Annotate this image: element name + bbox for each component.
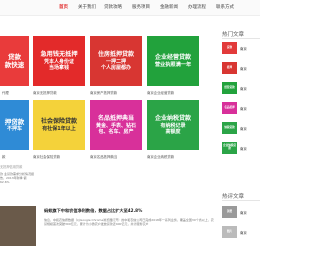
nav-item-home[interactable]: 首页 (59, 4, 68, 10)
card-line: 包、名车、房产 (98, 128, 134, 135)
card-image-loan[interactable]: 贷款 款快速 (0, 36, 29, 86)
sidebar-thumb[interactable]: 图片 (222, 226, 237, 238)
article-excerpt: 款 业贷款需求分析情况报告，2013年财季 额62.6% (0, 172, 34, 185)
sidebar-thumb[interactable]: 纳税贷款 (222, 122, 237, 134)
nav-item-about[interactable]: 关于我们 (78, 4, 96, 10)
card-line: 营业执照满一年 (154, 61, 192, 68)
sidebar-thumb[interactable]: 经营贷款 (222, 82, 237, 94)
sidebar-divider (222, 38, 260, 39)
sidebar-recent-title: 热评文章 (222, 194, 245, 200)
sidebar-item-text[interactable]: 南京 (240, 210, 260, 215)
nav-item-contact[interactable]: 联系方式 (216, 4, 234, 10)
thumb-label: 名品抵押 (224, 105, 235, 109)
article-meta[interactable]: 无抵押信用贷款 (0, 164, 22, 169)
card-line: 贷款 (8, 52, 21, 61)
card-caption[interactable]: 代理 (2, 90, 28, 95)
card-line: 高额度 (165, 128, 181, 135)
card-line: 企业经营贷款 (154, 54, 191, 61)
card-image-mortgage-loan[interactable]: 住房抵押贷款 一押二押 个人房屋都办 (90, 36, 142, 86)
card-line: 不押车 (6, 125, 22, 132)
article-title[interactable]: 蚂蚁旗下中和农信净利数倍，数据占比扩大至42.8% (44, 208, 142, 214)
thumb-label: 企业纳税贷款 (223, 144, 236, 150)
thumb-label: 消费 (226, 209, 233, 213)
sidebar-item-text[interactable]: 南京 (240, 106, 260, 111)
sidebar-hot-title: 热门文章 (222, 32, 245, 38)
card-line: 急用钱无抵押 (40, 50, 78, 58)
thumb-label: 经营贷款 (224, 85, 235, 89)
card-caption[interactable]: 款 (2, 154, 28, 159)
sidebar-thumb[interactable]: 企业纳税贷款 (222, 142, 237, 154)
card-caption[interactable]: 南京房产抵押贷款 (90, 90, 142, 95)
nav-item-news[interactable]: 金融新闻 (160, 4, 178, 10)
card-line: 社会保险贷款 (40, 118, 77, 126)
card-line: 个人房屋都办 (100, 64, 131, 71)
card-line: 当场拿钱 (48, 64, 69, 71)
card-image-business-loan[interactable]: 企业经营贷款 营业执照满一年 (147, 36, 199, 86)
card-caption[interactable]: 南京社会保险贷款 (33, 154, 85, 159)
top-nav: 首页 关于我们 贷款攻略 服务项目 金融新闻 办理流程 联系方式 (0, 0, 260, 16)
sidebar-item-text[interactable]: 南京 (240, 46, 260, 51)
card-caption[interactable]: 南京企业纳税贷款 (147, 154, 199, 159)
sidebar-thumb[interactable]: 贷款 (222, 42, 237, 54)
thumb-label: 纳税贷款 (224, 125, 235, 129)
card-line: 名品抵押典当 (97, 115, 134, 122)
sidebar-divider (222, 200, 260, 201)
card-line: 有社保1年以上 (42, 125, 76, 132)
thumb-label: 抵押 (226, 65, 233, 69)
card-caption[interactable]: 南京企业经营贷款 (147, 90, 199, 95)
nav-item-services[interactable]: 服务项目 (132, 4, 150, 10)
card-image-unsecured-loan[interactable]: 急用钱无抵押 凭本人身份证 当场拿钱 (33, 36, 85, 86)
sidebar-item-text[interactable]: 南京 (240, 86, 260, 91)
sidebar-thumb[interactable]: 消费 (222, 206, 237, 218)
sidebar-item-text[interactable]: 南京 (240, 126, 260, 131)
card-image-tax-loan[interactable]: 企业纳税贷款 有纳税记录 高额度 (147, 100, 199, 150)
article-thumbnail-image[interactable] (0, 206, 36, 246)
card-image-pawn[interactable]: 名品抵押典当 黄金、手表、钻石 包、名车、房产 (90, 100, 142, 150)
nav-item-process[interactable]: 办理流程 (188, 4, 206, 10)
article-excerpt: 信息，中和农信按数据（以Google Chrome浏览器打开）的中和农信公司已完… (44, 218, 214, 227)
card-line: 款快速 (4, 61, 25, 69)
card-line: 住房抵押贷款 (97, 51, 134, 58)
card-caption[interactable]: 南京无抵押贷款 (33, 90, 85, 95)
thumb-label: 图片 (226, 229, 233, 233)
sidebar-item-text[interactable]: 南京 (240, 230, 260, 235)
card-line: 押贷款 (4, 117, 25, 126)
sidebar-thumb[interactable]: 名品抵押 (222, 102, 237, 114)
sidebar-thumb[interactable]: 抵押 (222, 62, 237, 74)
card-line: 企业纳税贷款 (154, 115, 191, 122)
sidebar-item-text[interactable]: 南京 (240, 146, 260, 151)
thumb-label: 贷款 (226, 45, 233, 49)
sidebar-item-text[interactable]: 南京 (240, 66, 260, 71)
card-image-car-loan[interactable]: 押贷款 不押车 (0, 100, 29, 150)
card-image-social-insurance-loan[interactable]: 社会保险贷款 有社保1年以上 (33, 100, 85, 150)
nav-item-guide[interactable]: 贷款攻略 (104, 4, 122, 10)
card-caption[interactable]: 南京名品抵押典当 (90, 154, 142, 159)
